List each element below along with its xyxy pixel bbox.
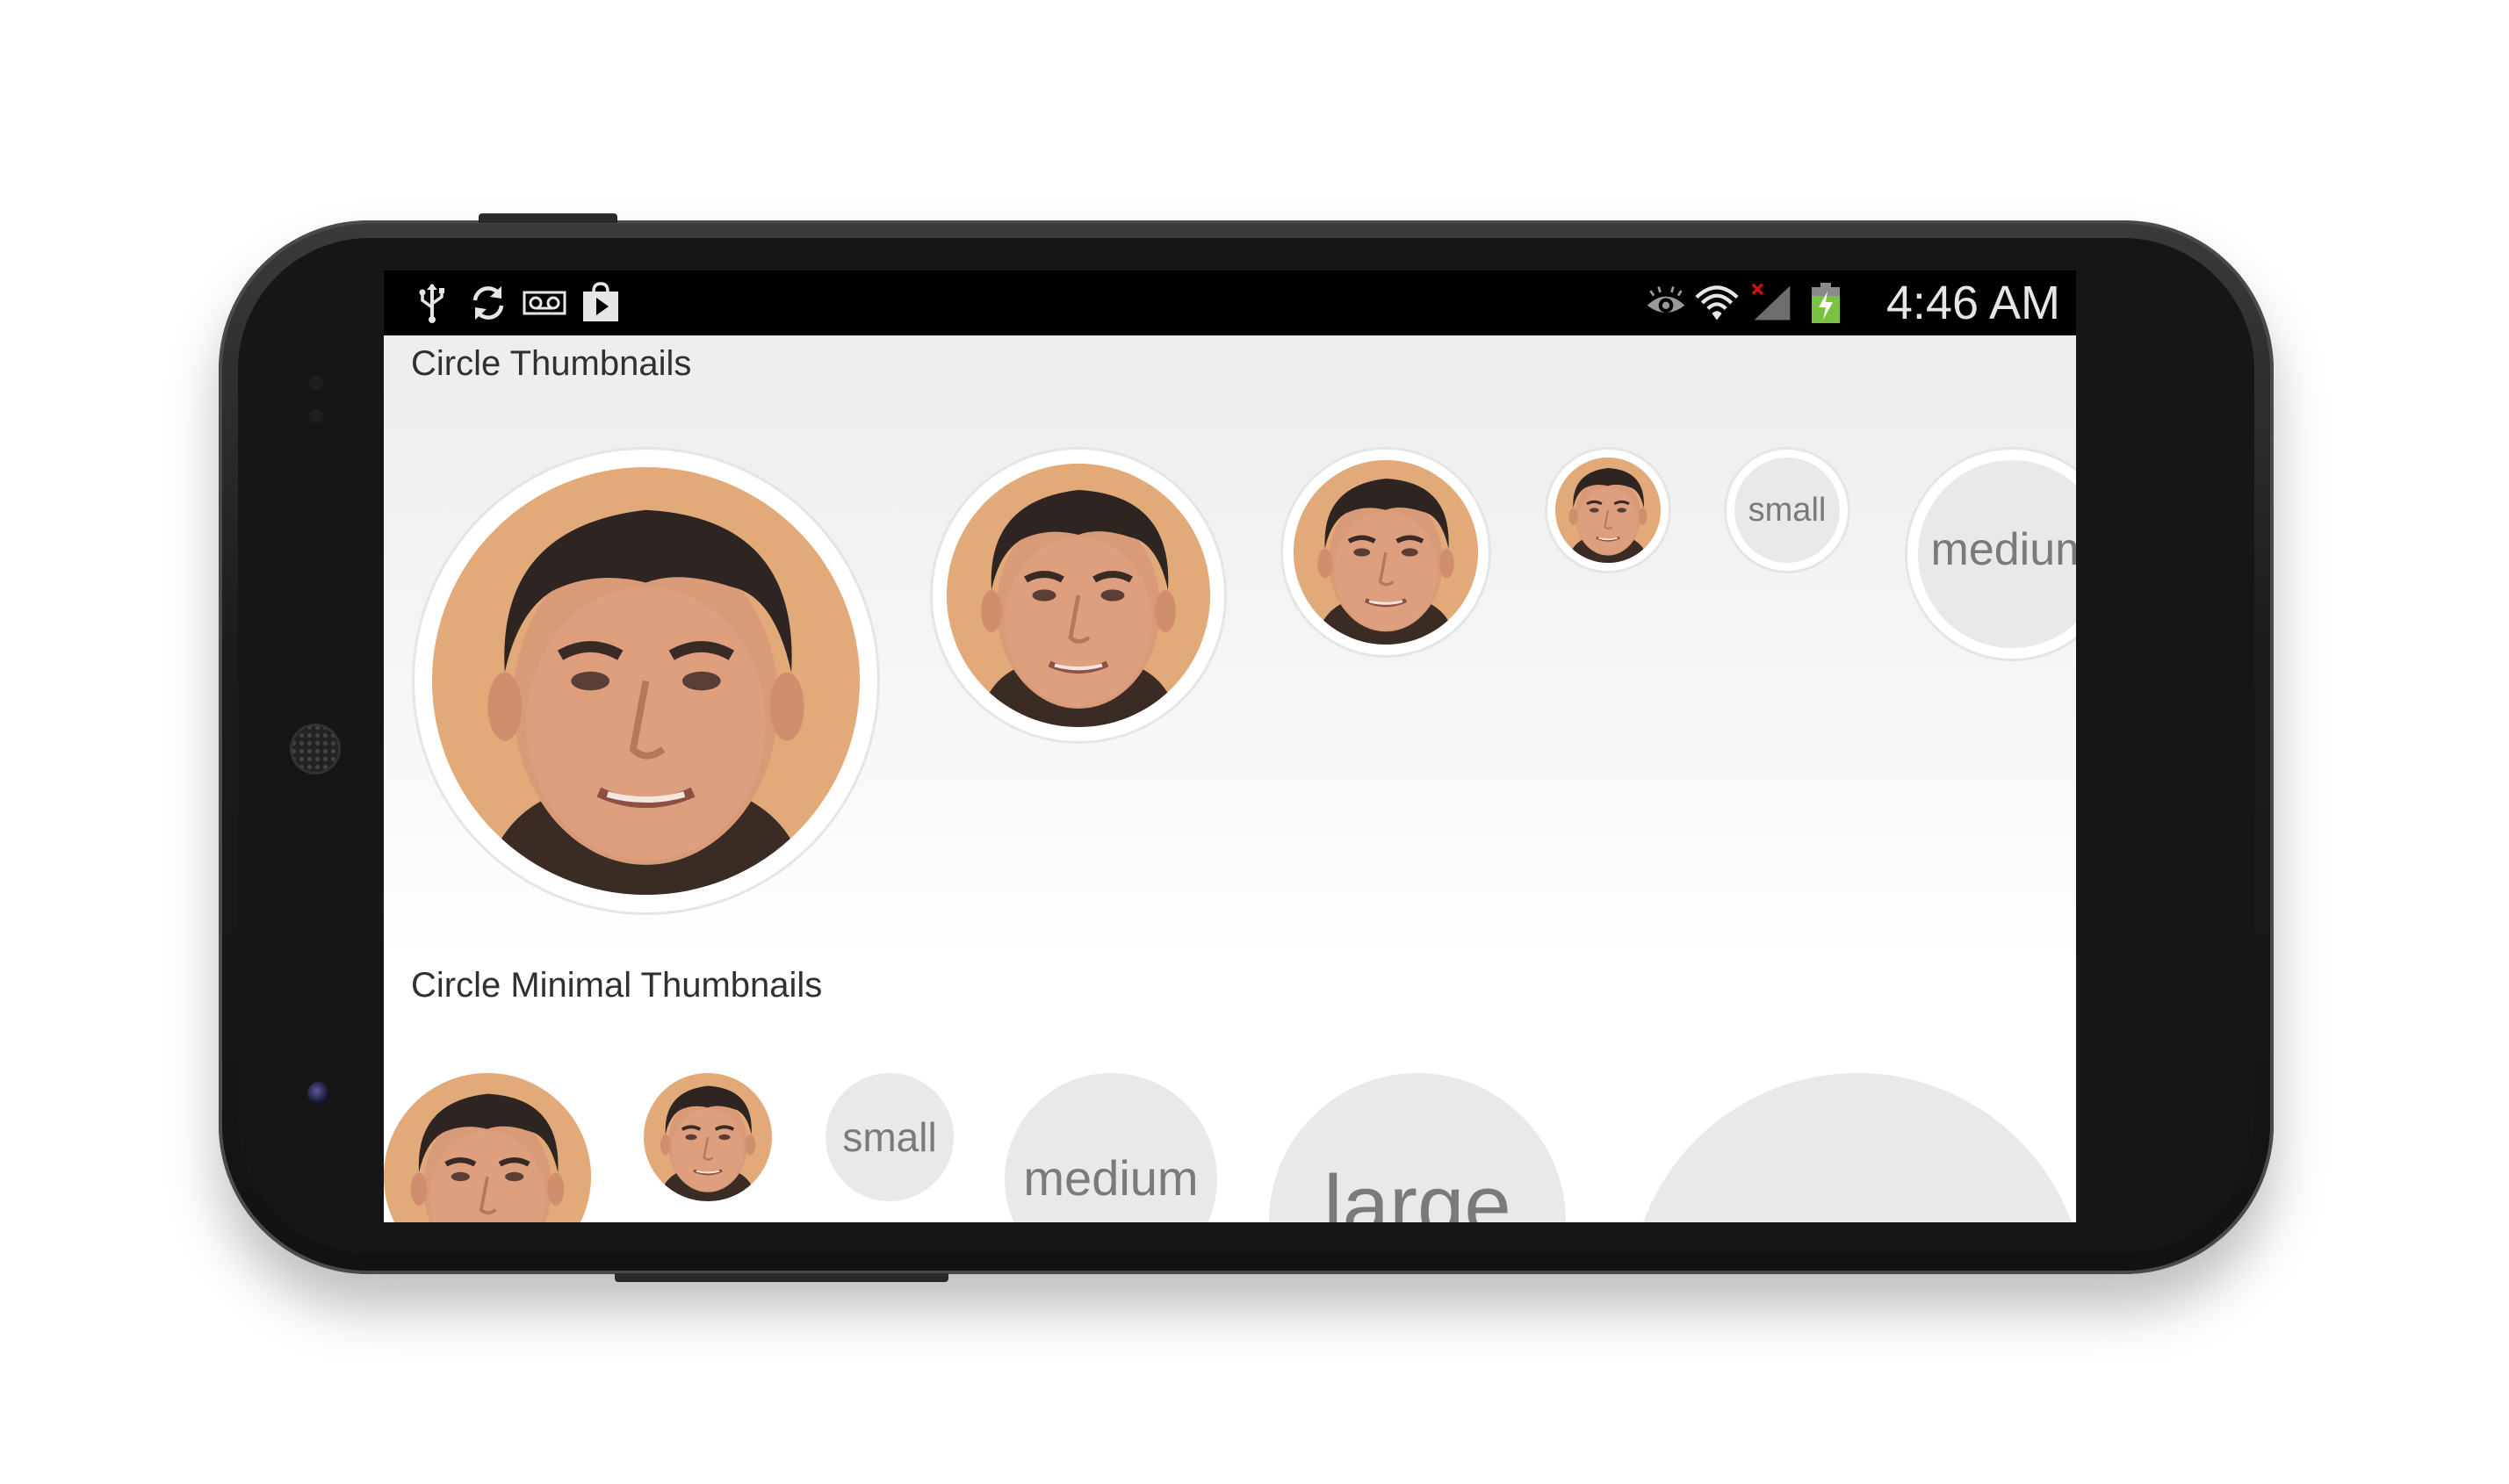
proximity-sensor <box>309 376 323 390</box>
status-bar: 4:46 AM <box>384 270 2076 335</box>
thumbnail-photo-medium[interactable] <box>1283 450 1489 655</box>
earpiece-speaker <box>290 724 341 774</box>
status-clock: 4:46 AM <box>1885 277 2060 329</box>
thumbnail-label: medium <box>1023 1150 1199 1206</box>
minimal-thumbnail-text-medium[interactable]: medium <box>1005 1073 1217 1222</box>
section-title-circle-minimal-thumbnails: Circle Minimal Thumbnails <box>411 966 823 1005</box>
volume-button <box>615 1273 948 1282</box>
wifi-icon <box>1695 285 1739 321</box>
phone-screen: 4:46 AM Circle Thumbnails small medium C… <box>384 270 2076 1222</box>
light-sensor <box>309 409 323 423</box>
thumbnail-photo-small[interactable] <box>1547 450 1669 571</box>
play-store-icon <box>583 282 618 321</box>
minimal-thumbnail-text-small[interactable]: small <box>826 1073 954 1201</box>
usb-icon <box>419 284 444 323</box>
face-photo <box>947 464 1210 727</box>
voicemail-icon <box>523 291 566 315</box>
face-photo <box>644 1073 772 1201</box>
section-title-circle-thumbnails: Circle Thumbnails <box>411 344 692 383</box>
minimal-thumbnail-text-large[interactable]: large <box>1269 1073 1566 1222</box>
thumbnail-label: small <box>1748 492 1827 529</box>
face-photo <box>1294 460 1478 645</box>
minimal-thumbnail-photo-medium[interactable] <box>384 1073 591 1222</box>
front-camera <box>307 1082 330 1105</box>
sync-icon <box>472 286 504 320</box>
thumbnail-label: small <box>842 1114 937 1160</box>
face-photo <box>1555 457 1661 563</box>
minimal-thumbnail-text-xlarge[interactable] <box>1629 1073 2076 1222</box>
thumbnail-label: large <box>1323 1158 1511 1222</box>
battery-charging-icon <box>1812 283 1840 323</box>
face-photo <box>432 467 860 895</box>
thumbnail-text-small[interactable]: small <box>1727 450 1848 571</box>
face-photo <box>384 1073 591 1222</box>
app-content: Circle Thumbnails small medium Circle Mi… <box>384 335 2076 1222</box>
thumbnail-text-medium[interactable]: medium <box>1907 450 2076 659</box>
power-button <box>479 213 617 223</box>
minimal-thumbnail-photo-small[interactable] <box>644 1073 772 1201</box>
thumbnail-photo-large[interactable] <box>933 450 1224 741</box>
eye-icon <box>1647 286 1685 313</box>
thumbnail-photo-xlarge[interactable] <box>415 450 877 912</box>
no-signal-icon <box>1751 283 1791 321</box>
thumbnail-label: medium <box>1930 524 2076 575</box>
